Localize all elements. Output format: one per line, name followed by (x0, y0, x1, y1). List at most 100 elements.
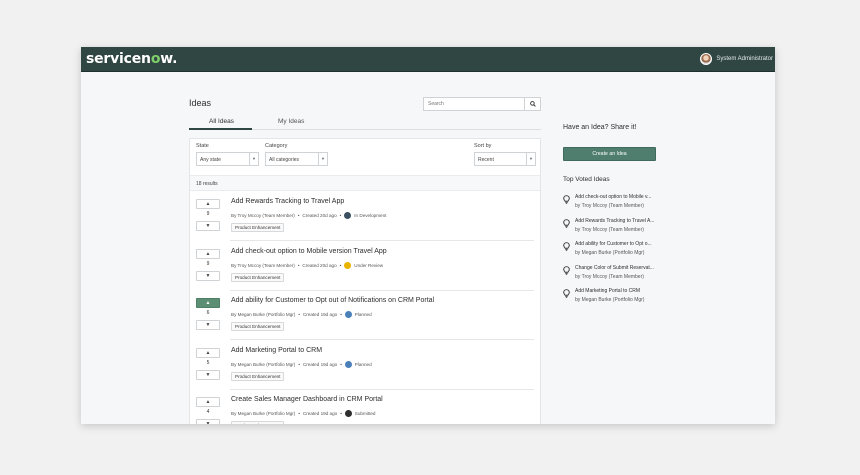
downvote-button[interactable]: ▼ (196, 419, 220, 424)
upvote-button[interactable]: ▲ (196, 397, 220, 407)
top-voted-title[interactable]: Add check-out option to Mobile v... (575, 194, 665, 200)
top-navbar: servicenow. System Administrator (81, 47, 775, 72)
chevron-down-icon: ▼ (205, 272, 211, 279)
search-input[interactable] (424, 98, 524, 110)
vote-count: 5 (206, 359, 210, 366)
chevron-up-icon: ▲ (205, 399, 211, 405)
category-tag[interactable]: Product Enhancement (231, 371, 285, 381)
app-window: servicenow. System Administrator Ideas A… (81, 47, 775, 424)
vote-count: 9 (206, 260, 210, 267)
top-voted-title[interactable]: Change Color of Submit Reservat... (575, 265, 665, 271)
chevron-down-icon: ▼ (205, 223, 211, 229)
idea-title-link[interactable]: Create Sales Manager Dashboard in CRM Po… (231, 396, 383, 403)
ideas-panel: State Any state ▼ Category All categories… (189, 138, 541, 424)
idea-list-item: ▲ 5 ▼ Add Marketing Portal to CRM By Megan B… (190, 341, 540, 390)
vote-count: 6 (206, 310, 210, 316)
top-voted-item[interactable]: Add ability for Customer to Opt o... by M… (563, 241, 673, 261)
top-voted-author: by Troy Mccoy (Team Member) (575, 226, 644, 233)
top-voted-title[interactable]: Add Marketing Portal to CRM (575, 288, 665, 294)
idea-title-link[interactable]: Add check-out option to Mobile version T… (231, 248, 387, 255)
status-icon (344, 410, 352, 417)
upvote-button[interactable]: ▲ (196, 199, 220, 209)
chevron-up-icon: ▲ (205, 300, 211, 306)
tab-my-ideas[interactable]: My Ideas (278, 118, 304, 125)
results-count: 18 results (190, 175, 540, 191)
bullet-separator: • (298, 312, 300, 317)
idea-list-item: ▲ 9 ▼ Add check-out option to Mobile versio… (190, 242, 540, 291)
downvote-button[interactable]: ▼ (196, 369, 220, 380)
user-menu[interactable]: System Administrator (700, 53, 773, 65)
top-voted-title[interactable]: Add ability for Customer to Opt o... (575, 241, 665, 247)
idea-meta: By Megan Burke (Portfolio Mgr) • Created 1… (231, 360, 372, 368)
ideas-tabs: All Ideas My Ideas (189, 116, 541, 130)
sort-select[interactable]: Recent ▼ (474, 152, 536, 166)
servicenow-logo[interactable]: servicenow. (86, 51, 177, 67)
top-voted-title[interactable]: Add Rewards Tracking to Travel A... (575, 218, 665, 224)
state-filter-select[interactable]: Any state ▼ (196, 152, 259, 166)
bullet-separator: • (297, 213, 300, 218)
bullet-separator: • (297, 262, 300, 268)
create-idea-button[interactable]: Create an Idea (563, 147, 656, 161)
category-tag[interactable]: Product Enhancement (231, 272, 285, 282)
sort-value: Recent (478, 157, 494, 163)
upvote-button[interactable]: ▲ (196, 298, 220, 308)
idea-author: By Troy Mccoy (Team Member) (231, 262, 295, 268)
tab-all-ideas[interactable]: All Ideas (189, 118, 252, 130)
idea-title-link[interactable]: Add ability for Customer to Opt out of N… (231, 297, 434, 304)
idea-title-link[interactable]: Add Rewards Tracking to Travel App (231, 198, 344, 205)
top-voted-item[interactable]: Change Color of Submit Reservat... by Tro… (563, 265, 673, 285)
category-tag[interactable]: Product Enhancement (231, 223, 285, 232)
lightbulb-icon (563, 195, 570, 204)
bullet-separator: • (340, 361, 342, 367)
top-voted-item[interactable]: Add Rewards Tracking to Travel A... by Tr… (563, 218, 673, 238)
upvote-button[interactable]: ▲ (196, 347, 220, 358)
lightbulb-icon (563, 242, 570, 251)
idea-meta: By Troy Mccoy (Team Member) • Created 20d … (231, 261, 383, 269)
chevron-down-icon: ▼ (249, 153, 258, 165)
state-filter-label: State (196, 143, 209, 149)
top-voted-heading: Top Voted Ideas (563, 176, 610, 183)
category-filter-select[interactable]: All categories ▼ (265, 152, 328, 166)
idea-list-item: ▲ 9 ▼ Add Rewards Tracking to Travel App By … (190, 192, 540, 241)
idea-title-link[interactable]: Add Marketing Portal to CRM (231, 347, 322, 354)
category-filter-label: Category (265, 143, 288, 149)
idea-author: By Megan Burke (Portfolio Mgr) (231, 312, 296, 317)
filters-row: State Any state ▼ Category All categories… (190, 139, 540, 175)
top-voted-author: by Troy Mccoy (Team Member) (575, 273, 644, 280)
idea-created: Created 20d ago (302, 213, 337, 218)
chevron-up-icon: ▲ (205, 349, 211, 356)
share-idea-heading: Have an Idea? Share it! (563, 124, 637, 131)
chevron-down-icon: ▼ (205, 421, 211, 424)
bullet-separator: • (340, 312, 342, 317)
downvote-button[interactable]: ▼ (196, 221, 220, 231)
page-title: Ideas (189, 98, 212, 108)
bullet-separator: • (339, 213, 342, 218)
idea-list-item: ▲ 6 ▼ Add ability for Customer to Opt out o… (190, 291, 540, 340)
idea-created: Created 19d ago (302, 361, 338, 367)
top-voted-item[interactable]: Add check-out option to Mobile v... by Tr… (563, 194, 673, 214)
upvote-button[interactable]: ▲ (196, 248, 220, 259)
status-icon (344, 311, 352, 318)
search-icon (529, 101, 536, 107)
idea-author: By Troy Mccoy (Team Member) (231, 213, 295, 218)
idea-list-item: ▲ 4 ▼ Create Sales Manager Dashboard in CRM… (190, 390, 540, 424)
downvote-button[interactable]: ▼ (196, 320, 220, 330)
bullet-separator: • (298, 361, 300, 367)
chevron-up-icon: ▲ (205, 250, 211, 257)
top-voted-author: by Megan Burke (Portfolio Mgr) (575, 250, 645, 256)
idea-status: Planned (354, 361, 372, 367)
sort-label: Sort by (474, 143, 492, 149)
bullet-separator: • (339, 262, 342, 268)
idea-created: Created 19d ago (302, 312, 338, 317)
lightbulb-icon (563, 218, 570, 228)
top-voted-item[interactable]: Add Marketing Portal to CRM by Megan Burk… (563, 288, 673, 308)
category-tag[interactable]: Product Enhancement (231, 322, 285, 331)
search-button[interactable] (524, 98, 540, 110)
bullet-separator: • (340, 411, 342, 416)
chevron-down-icon: ▼ (526, 153, 535, 165)
downvote-button[interactable]: ▼ (196, 270, 220, 281)
idea-created: Created 19d ago (302, 411, 338, 416)
idea-status: Submitted (354, 411, 376, 416)
category-tag[interactable]: Product Enhancement (231, 421, 285, 424)
idea-status: Planned (354, 312, 372, 317)
